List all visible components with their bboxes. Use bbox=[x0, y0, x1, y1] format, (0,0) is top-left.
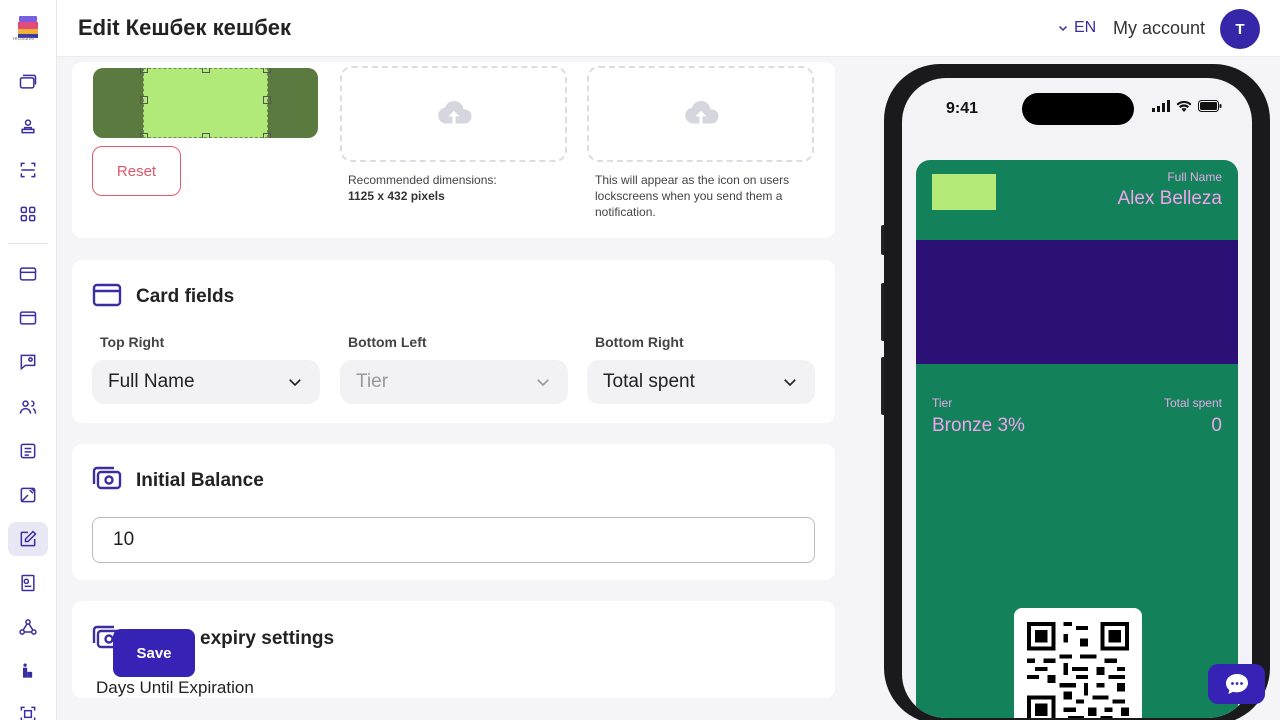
pass-tier-label: Tier bbox=[932, 396, 953, 410]
top-header: Edit Кешбек кешбек EN My account T bbox=[57, 0, 1280, 57]
language-label: EN bbox=[1074, 19, 1097, 36]
crop-handle[interactable] bbox=[202, 68, 210, 73]
report-icon[interactable] bbox=[16, 571, 40, 595]
card-fields-title: Card fields bbox=[136, 286, 235, 307]
top-right-value: Full Name bbox=[108, 371, 195, 392]
upload-cloud-icon bbox=[437, 100, 471, 126]
qr-code bbox=[1014, 608, 1142, 718]
scan-icon[interactable] bbox=[16, 158, 40, 182]
signal-icon bbox=[1152, 100, 1170, 112]
bottom-right-label: Bottom Right bbox=[595, 334, 684, 350]
strip-image-dropzone[interactable] bbox=[340, 66, 567, 162]
crop-handle[interactable] bbox=[140, 96, 148, 104]
icon-image-dropzone[interactable] bbox=[587, 66, 814, 162]
strip-dimensions-hint: Recommended dimensions: 1125 x 432 pixel… bbox=[348, 172, 573, 204]
page-title: Edit Кешбек кешбек bbox=[78, 15, 292, 40]
pass-header-label: Full Name bbox=[1167, 170, 1222, 184]
initial-balance-title: Initial Balance bbox=[136, 470, 264, 491]
chevron-down-icon bbox=[289, 379, 301, 387]
bottom-left-select[interactable]: Tier bbox=[340, 360, 568, 404]
wallet-icon[interactable] bbox=[16, 306, 40, 330]
wifi-icon bbox=[1176, 100, 1192, 112]
crop-handle[interactable] bbox=[140, 133, 148, 138]
save-button[interactable]: Save bbox=[113, 629, 195, 677]
crop-handle[interactable] bbox=[263, 133, 271, 138]
users-icon[interactable] bbox=[16, 114, 40, 138]
network-icon[interactable] bbox=[16, 615, 40, 639]
qr-code-icon bbox=[1027, 622, 1129, 718]
pass-strip-image bbox=[916, 240, 1238, 364]
expiry-settings-title: expiry settings bbox=[200, 628, 335, 649]
cards-icon[interactable] bbox=[16, 70, 40, 94]
wallet-pass: Full Name Alex Belleza Tier Bronze 3% To… bbox=[916, 160, 1238, 718]
images-card: Reset Recommended dimensions: 1125 x 432… bbox=[72, 62, 835, 238]
top-right-select[interactable]: Full Name bbox=[92, 360, 320, 404]
initial-balance-card: Initial Balance 10 bbox=[72, 444, 835, 580]
crop-handle[interactable] bbox=[140, 68, 148, 73]
chevron-down-icon bbox=[1058, 25, 1068, 32]
map-icon[interactable] bbox=[16, 483, 40, 507]
card-icon[interactable] bbox=[16, 262, 40, 286]
apps-icon[interactable] bbox=[16, 202, 40, 226]
crop-area[interactable] bbox=[140, 68, 271, 138]
chat-support-button[interactable] bbox=[1208, 664, 1265, 704]
reset-button[interactable]: Reset bbox=[92, 146, 181, 196]
bottom-right-value: Total spent bbox=[603, 371, 695, 392]
days-until-expiration-label: Days Until Expiration bbox=[96, 678, 254, 697]
pass-tier-value: Bronze 3% bbox=[932, 415, 1025, 436]
stats-icon[interactable] bbox=[16, 659, 40, 683]
pass-logo bbox=[932, 174, 996, 210]
pass-total-value: 0 bbox=[1211, 415, 1222, 436]
customers-icon[interactable] bbox=[16, 395, 40, 419]
edit-icon[interactable] bbox=[8, 522, 48, 556]
card-fields-card: Card fields Top Right Full Name Bottom L… bbox=[72, 260, 835, 423]
chat-bubble-icon bbox=[1225, 674, 1248, 694]
bottom-right-select[interactable]: Total spent bbox=[587, 360, 815, 404]
crop-handle[interactable] bbox=[263, 68, 271, 73]
money-icon bbox=[92, 466, 122, 490]
strip-hint-line2: 1125 x 432 pixels bbox=[348, 189, 445, 203]
phone-time: 9:41 bbox=[946, 100, 979, 117]
logo-text: recordme bbox=[13, 36, 35, 42]
chat-icon[interactable] bbox=[16, 350, 40, 374]
pass-header-value: Alex Belleza bbox=[1117, 188, 1222, 209]
crop-handle[interactable] bbox=[263, 96, 271, 104]
news-icon[interactable] bbox=[16, 439, 40, 463]
pass-total-label: Total spent bbox=[1163, 396, 1222, 410]
strip-hint-line1: Recommended dimensions: bbox=[348, 173, 497, 187]
phone-screen: 9:41 Full Name Alex Belleza Tier Bronze … bbox=[902, 78, 1252, 718]
logo-image-preview[interactable] bbox=[93, 68, 318, 138]
battery-icon bbox=[1198, 100, 1222, 112]
initial-balance-input[interactable]: 10 bbox=[92, 517, 815, 563]
chevron-down-icon bbox=[537, 379, 549, 387]
my-account-link[interactable]: My account bbox=[1113, 18, 1205, 39]
phone-preview: 9:41 Full Name Alex Belleza Tier Bronze … bbox=[884, 64, 1270, 720]
upload-cloud-icon bbox=[684, 100, 718, 126]
card-fields-icon bbox=[92, 283, 122, 307]
crop-handle[interactable] bbox=[202, 133, 210, 138]
bottom-left-value: Tier bbox=[356, 371, 389, 392]
status-bar-icons bbox=[1152, 100, 1222, 112]
sidebar: recordme bbox=[0, 0, 57, 720]
sidebar-divider bbox=[8, 243, 48, 244]
bottom-left-label: Bottom Left bbox=[348, 334, 427, 350]
qr-icon[interactable] bbox=[16, 702, 40, 720]
dynamic-island bbox=[1022, 93, 1134, 125]
chevron-down-icon bbox=[784, 379, 796, 387]
top-right-label: Top Right bbox=[100, 334, 165, 350]
icon-hint: This will appear as the icon on users lo… bbox=[595, 173, 790, 219]
avatar[interactable]: T bbox=[1220, 9, 1260, 49]
language-selector[interactable]: EN bbox=[1057, 19, 1096, 37]
